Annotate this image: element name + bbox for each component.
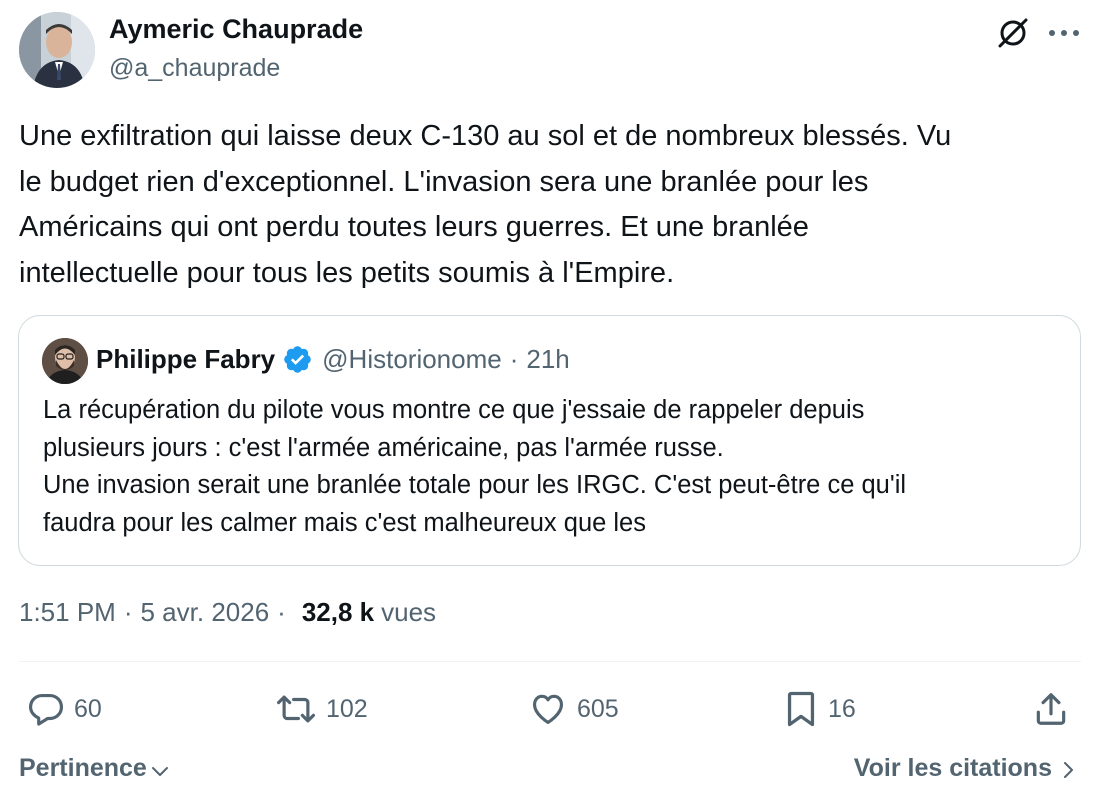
sort-dropdown[interactable]: Pertinence xyxy=(19,754,171,783)
like-count: 605 xyxy=(577,694,619,723)
like-icon xyxy=(532,694,564,725)
divider xyxy=(19,661,1081,662)
retweet-icon xyxy=(277,695,315,723)
meta-separator: · xyxy=(277,597,286,627)
chevron-right-icon xyxy=(1064,761,1073,778)
quoted-tweet-card[interactable]: Philippe Fabry @Historionome · 21h La ré… xyxy=(18,315,1081,566)
sort-label: Pertinence xyxy=(19,754,147,782)
tweet-text: Une exfiltration qui laisse deux C-130 a… xyxy=(19,120,952,289)
reply-count: 60 xyxy=(74,694,102,723)
views-count: 32,8 k xyxy=(301,597,375,627)
meta-separator: · xyxy=(123,597,133,627)
quote-timestamp[interactable]: 21h xyxy=(526,344,569,375)
bookmark-count: 16 xyxy=(828,694,856,723)
quote-separator: · xyxy=(509,344,519,374)
share-button[interactable] xyxy=(1032,688,1070,730)
reply-button[interactable]: 60 xyxy=(27,688,102,730)
share-icon xyxy=(1036,693,1066,725)
tweet-meta: 1:51 PM · 5 avr. 2026 · 32,8 k vues xyxy=(19,597,436,628)
retweet-count: 102 xyxy=(326,694,368,723)
more-icon xyxy=(1049,30,1079,36)
quote-author-name[interactable]: Philippe Fabry xyxy=(96,344,275,375)
chevron-down-icon xyxy=(151,766,168,776)
more-button[interactable] xyxy=(1044,16,1084,50)
reply-icon xyxy=(28,693,64,726)
tweet-time[interactable]: 1:51 PM xyxy=(19,597,116,628)
like-button[interactable]: 605 xyxy=(528,688,619,730)
author-name[interactable]: Aymeric Chauprade xyxy=(109,14,363,45)
bookmark-icon xyxy=(787,691,815,727)
views-label: vues xyxy=(381,597,437,627)
quote-author-handle[interactable]: @Historionome xyxy=(322,344,502,375)
quote-header: Philippe Fabry @Historionome · 21h xyxy=(96,344,570,375)
author-avatar[interactable] xyxy=(19,12,95,88)
author-handle[interactable]: @a_chauprade xyxy=(109,54,280,83)
view-quotes-link[interactable]: Voir les citations xyxy=(854,754,1078,783)
grok-button[interactable] xyxy=(996,16,1030,50)
grok-icon xyxy=(998,18,1028,48)
tweet-date[interactable]: 5 avr. 2026 xyxy=(141,597,270,628)
quote-text: La récupération du pilote vous montre ce… xyxy=(43,396,907,537)
verified-badge-icon xyxy=(282,344,313,375)
quote-author-avatar[interactable] xyxy=(42,338,88,384)
view-quotes-label: Voir les citations xyxy=(853,754,1052,782)
bookmark-button[interactable]: 16 xyxy=(783,688,856,730)
retweet-button[interactable]: 102 xyxy=(275,688,368,730)
